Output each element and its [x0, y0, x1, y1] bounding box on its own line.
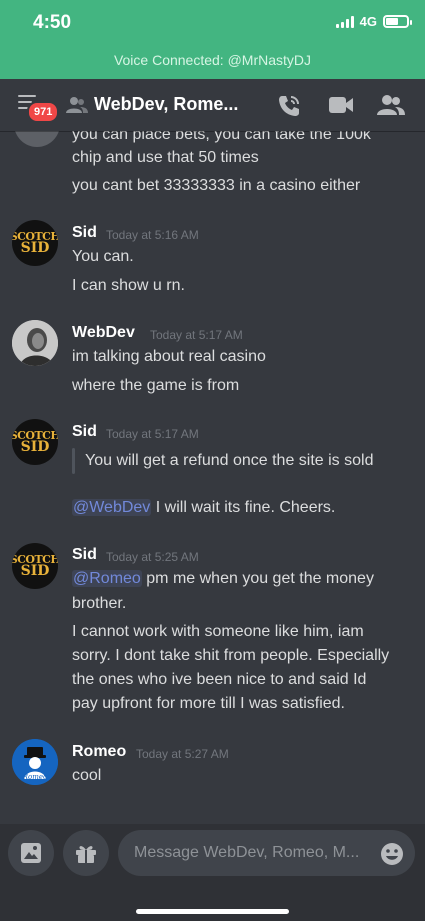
- gift-icon: [76, 846, 96, 863]
- message-text: brother.: [72, 595, 127, 612]
- image-icon: [21, 843, 41, 863]
- status-area: 4:50 4G Voice Connected: @MrNastyDJ: [0, 0, 425, 79]
- message-text: im talking about real casino: [72, 348, 266, 365]
- message-composer: [0, 824, 425, 921]
- status-bar: 4:50 4G: [0, 0, 425, 48]
- author-name[interactable]: Sid: [72, 546, 97, 564]
- chat-title[interactable]: WebDev, Rome...: [94, 94, 238, 115]
- status-indicators: 4G: [335, 14, 412, 29]
- webdev-avatar-image: [12, 320, 58, 366]
- message-text: @WebDev I will wait its fine. Cheers.: [72, 499, 336, 516]
- quoted-text: You will get a refund once the site is s…: [85, 452, 374, 469]
- message-text: I cannot work with someone like him, iam: [72, 623, 364, 640]
- avatar: [14, 131, 60, 147]
- attach-image-button[interactable]: [8, 830, 54, 876]
- mention-romeo[interactable]: @Romeo: [72, 570, 142, 587]
- voice-connected-banner[interactable]: Voice Connected: @MrNastyDJ: [0, 52, 425, 68]
- message-input[interactable]: [118, 830, 415, 876]
- message-text: the ones who ive been nice to and said I…: [72, 671, 367, 688]
- avatar-sid[interactable]: SCOTCH SID: [12, 419, 58, 465]
- home-indicator[interactable]: [136, 909, 289, 914]
- status-time: 4:50: [33, 12, 72, 33]
- avatar-sid[interactable]: SCOTCH SID: [12, 220, 58, 266]
- author-name[interactable]: Romeo: [72, 743, 126, 761]
- quote-bar: [72, 448, 75, 474]
- message-text: @Romeo pm me when you get the money: [72, 570, 374, 587]
- message-list[interactable]: you can place bets, you can take the 100…: [0, 131, 425, 824]
- message-text: sorry. I dont take shit from people. Esp…: [72, 647, 390, 664]
- author-name[interactable]: Sid: [72, 224, 97, 242]
- svg-text:Romeo: Romeo: [22, 773, 47, 781]
- group-dm-icon: [66, 97, 88, 113]
- author-name[interactable]: Sid: [72, 423, 97, 441]
- emoji-button[interactable]: [380, 842, 404, 866]
- mention-webdev[interactable]: @WebDev: [72, 499, 152, 516]
- battery-icon: [383, 15, 412, 28]
- message-text: you cant bet 33333333 in a casino either: [72, 177, 361, 194]
- message-text: cool: [72, 767, 102, 784]
- message-text: I can show u rn.: [72, 277, 185, 294]
- message-text: chip and use that 50 times: [72, 149, 259, 166]
- message-text: you can place bets, you can take the 100…: [72, 131, 371, 143]
- message-text: You can.: [72, 248, 134, 265]
- chat-header: 971 WebDev, Rome...: [0, 79, 425, 131]
- member-list-icon[interactable]: [377, 94, 405, 116]
- network-type: 4G: [359, 14, 377, 29]
- avatar-romeo[interactable]: Romeo: [12, 739, 58, 785]
- avatar-sid[interactable]: SCOTCH SID: [12, 543, 58, 589]
- gift-button[interactable]: [63, 830, 109, 876]
- video-call-icon[interactable]: [328, 95, 354, 115]
- message-text: where the game is from: [72, 377, 240, 394]
- timestamp: Today at 5:17 AM: [150, 328, 243, 342]
- romeo-avatar-image: Romeo: [12, 739, 58, 785]
- timestamp: Today at 5:17 AM: [106, 427, 199, 441]
- author-name[interactable]: WebDev: [72, 324, 135, 342]
- signal-icon: [335, 15, 354, 28]
- timestamp: Today at 5:25 AM: [106, 550, 199, 564]
- timestamp: Today at 5:16 AM: [106, 228, 199, 242]
- voice-call-icon[interactable]: [276, 93, 302, 119]
- message-text: pay upfront for more till I was satisfie…: [72, 695, 345, 712]
- timestamp: Today at 5:27 AM: [136, 747, 229, 761]
- unread-badge: 971: [27, 101, 60, 123]
- avatar-webdev[interactable]: [12, 320, 58, 366]
